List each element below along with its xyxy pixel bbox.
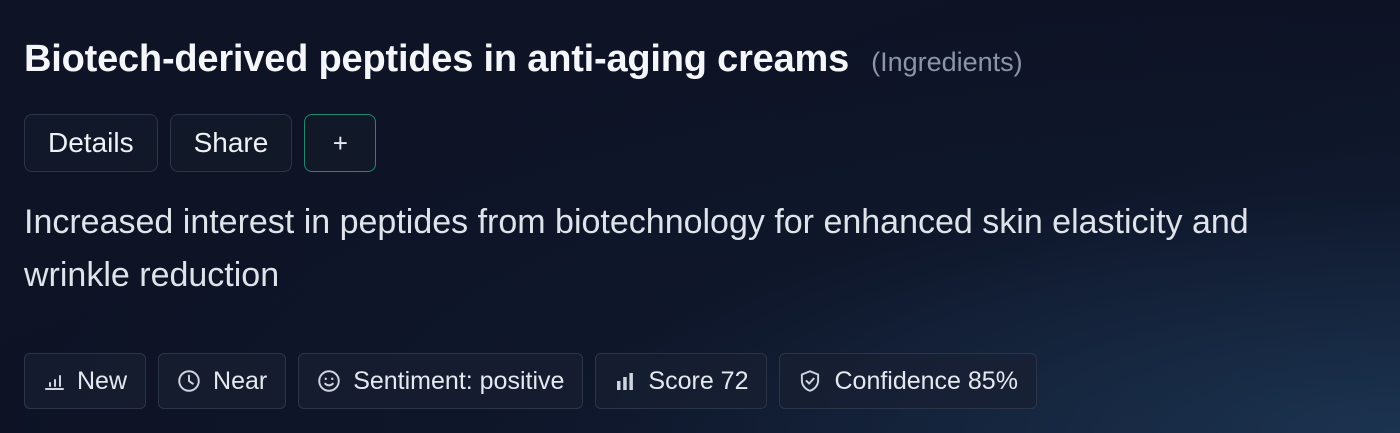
trend-description: Increased interest in peptides from biot… — [24, 203, 1249, 294]
score-chip-label: Score 72 — [648, 366, 749, 395]
bar-chart-small-icon — [45, 375, 64, 390]
horizon-chip: Near — [158, 353, 287, 409]
share-button[interactable]: Share — [169, 114, 293, 172]
details-button[interactable]: Details — [24, 114, 158, 172]
title-row: Biotech-derived peptides in anti-aging c… — [24, 38, 1023, 81]
bar-chart-icon — [617, 373, 634, 390]
horizon-chip-label: Near — [213, 366, 268, 395]
add-button[interactable]: + — [304, 114, 377, 172]
score-chip: Score 72 — [595, 353, 768, 409]
trend-card: Biotech-derived peptides in anti-aging c… — [0, 0, 1400, 433]
confidence-chip: Confidence 85% — [779, 353, 1037, 409]
sentiment-chip-label: Sentiment: positive — [353, 366, 565, 395]
action-bar: Details Share + — [24, 114, 377, 172]
meta-chips: New Near Sentiment: positive Score 72 Co… — [24, 353, 1037, 409]
smiley-icon — [318, 370, 340, 392]
trend-title: Biotech-derived peptides in anti-aging c… — [24, 38, 850, 80]
status-chip-label: New — [77, 366, 128, 395]
status-chip: New — [24, 353, 147, 409]
category-label: (Ingredients) — [871, 47, 1023, 77]
shield-check-icon — [801, 370, 820, 392]
sentiment-chip: Sentiment: positive — [298, 353, 584, 409]
confidence-chip-label: Confidence 85% — [834, 366, 1018, 395]
clock-icon — [178, 370, 200, 392]
